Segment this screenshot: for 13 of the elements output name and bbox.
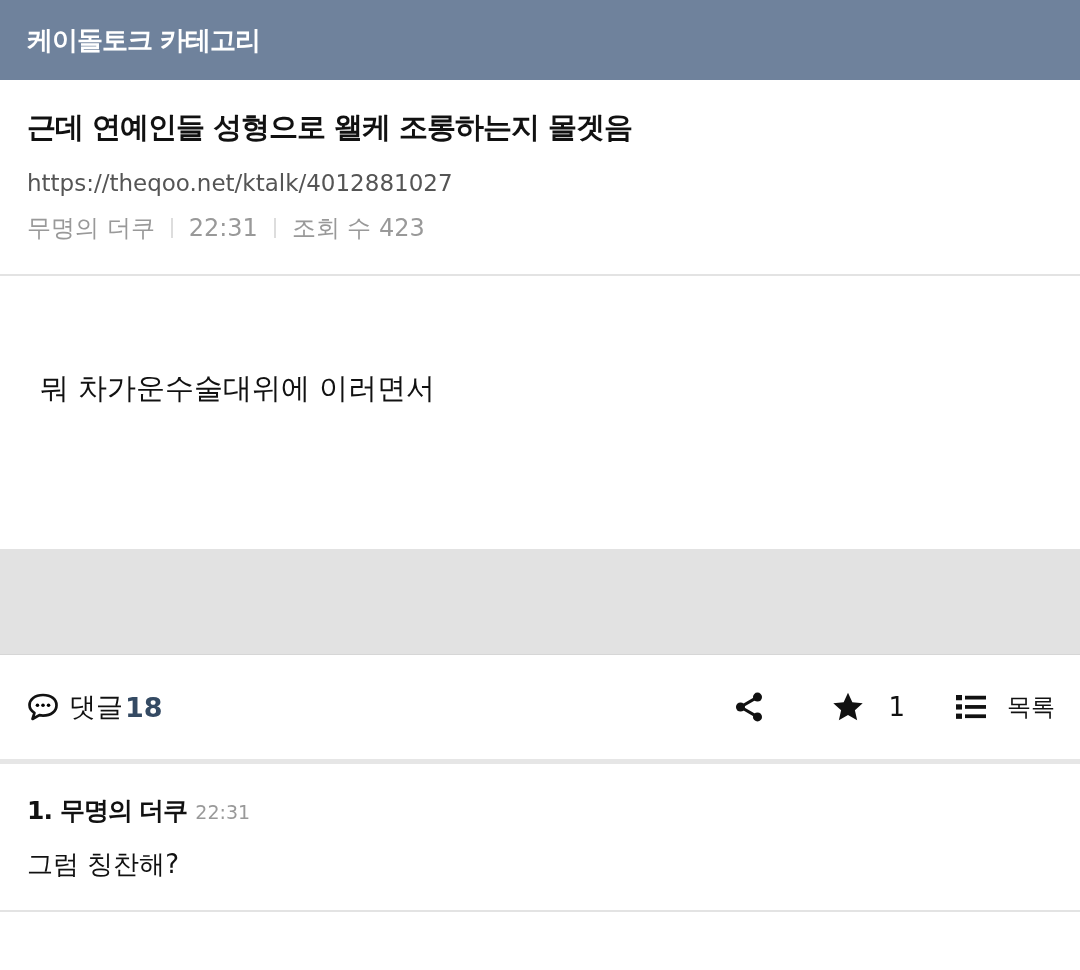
comments-link[interactable]: 댓글 18 xyxy=(25,689,163,725)
category-title: 케이돌토크 카테고리 xyxy=(27,23,261,57)
view-count: 조회 수 423 xyxy=(291,213,425,244)
list-button[interactable]: 목록 xyxy=(953,689,1055,725)
comment-author: 1. 무명의 더쿠 xyxy=(27,795,188,827)
post-time: 22:31 xyxy=(188,214,258,242)
author-name: 무명의 더쿠 xyxy=(27,213,155,244)
comment-time: 22:31 xyxy=(195,801,251,823)
post-title: 근데 연예인들 성형으로 왤케 조롱하는지 몰겟음 xyxy=(27,109,634,146)
post-url[interactable]: https://theqoo.net/ktalk/4012881027 xyxy=(27,170,453,196)
comment-text: 그럼 칭찬해? xyxy=(27,848,181,881)
star-button[interactable]: 1 xyxy=(830,689,905,725)
post-body-text: 뭐 차가운수술대위에 이러면서 xyxy=(40,370,437,407)
